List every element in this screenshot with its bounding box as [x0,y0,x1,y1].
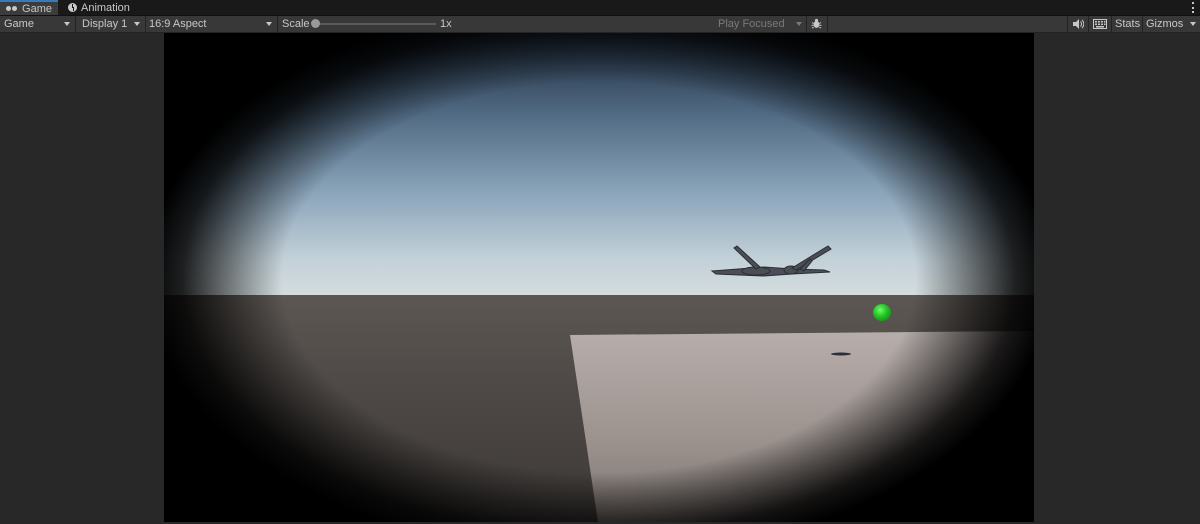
chevron-down-icon [64,22,70,26]
scale-slider-track[interactable] [316,23,436,25]
aspect-value: 16:9 Aspect [149,18,207,30]
chevron-down-icon [1190,22,1196,26]
gizmos-dropdown[interactable]: Gizmos [1142,16,1200,32]
bug-icon[interactable] [811,18,822,29]
tab-animation-label: Animation [81,1,130,14]
aspect-dropdown[interactable]: 16:9 Aspect [145,16,276,32]
gizmos-label: Gizmos [1146,18,1184,30]
scale-label: Scale [278,16,314,32]
scale-value-text: 1x [440,18,452,30]
display-dropdown[interactable]: Display 1 [78,16,144,32]
divider [1088,16,1089,32]
clock-icon [68,3,77,12]
game-viewport[interactable] [164,33,1034,522]
stats-button[interactable]: Stats [1111,16,1142,32]
tab-game[interactable]: Game [0,0,58,15]
keyboard-icon[interactable] [1093,19,1107,29]
play-mode-dropdown[interactable]: Play Focused [714,16,806,32]
divider [806,16,807,32]
stats-label: Stats [1115,18,1141,30]
chevron-down-icon [266,22,272,26]
view-mode-dropdown[interactable]: Game [0,16,74,32]
divider [1067,16,1068,32]
speaker-icon[interactable] [1072,18,1084,30]
divider [75,16,76,32]
play-mode-value: Play Focused [718,18,785,30]
window-tab-bar: Game Animation [0,0,1200,16]
view-mode-value: Game [4,18,34,30]
scale-label-text: Scale [282,18,310,30]
game-scene-render [164,33,1034,522]
display-value: Display 1 [82,18,128,30]
tab-game-label: Game [22,2,52,15]
scale-value: 1x [436,16,456,32]
chevron-down-icon [796,22,802,26]
more-options-icon[interactable] [1192,2,1194,13]
game-view-toolbar: Game Display 1 16:9 Aspect Scale 1x Play… [0,16,1200,33]
divider [827,16,828,32]
drone-model [710,245,832,277]
vr-glasses-icon [6,5,18,13]
chevron-down-icon [134,22,140,26]
green-ball [873,304,891,321]
scale-slider-handle[interactable] [311,19,320,28]
tab-animation[interactable]: Animation [62,0,142,15]
